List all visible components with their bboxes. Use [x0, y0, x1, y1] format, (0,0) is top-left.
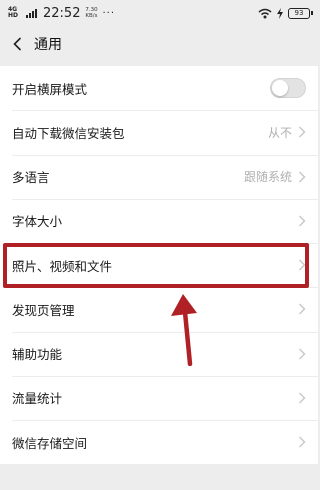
setting-label: 微信存储空间: [12, 435, 88, 451]
signal-icon: [26, 8, 37, 18]
chevron-right-icon: [299, 259, 306, 271]
status-time: 22:52: [43, 5, 81, 21]
chevron-right-icon: [299, 392, 306, 404]
setting-label: 辅助功能: [12, 347, 63, 363]
charging-icon: [277, 7, 283, 19]
setting-row-language[interactable]: 多语言 跟随系统: [0, 154, 318, 199]
setting-value: 从不: [267, 125, 292, 140]
chevron-right-icon: [299, 215, 306, 227]
setting-row-right: 跟随系统: [244, 168, 306, 185]
chevron-right-icon: [299, 303, 306, 315]
setting-row-landscape-mode[interactable]: 开启横屏模式: [0, 66, 318, 110]
setting-row-data-usage[interactable]: 流量统计: [0, 375, 318, 420]
network-speed: 7.30 KB/s: [84, 7, 98, 19]
setting-row-photos-videos-files[interactable]: 照片、视频和文件: [0, 243, 318, 287]
network-indicator: 4G HD: [8, 6, 19, 19]
setting-row-storage[interactable]: 微信存储空间: [0, 420, 318, 464]
setting-row-right: [298, 436, 306, 448]
setting-label: 流量统计: [12, 391, 63, 407]
setting-label: 发现页管理: [12, 302, 75, 318]
setting-label: 字体大小: [12, 214, 63, 230]
settings-list: 开启横屏模式 自动下载微信安装包 从不 多语言 跟随系统 字体大小 照片、视频和…: [0, 66, 318, 464]
nav-bar: 通用: [0, 26, 318, 62]
chevron-right-icon: [299, 436, 306, 448]
setting-row-right: 从不: [268, 124, 306, 141]
network-speed-unit: KB/s: [85, 13, 98, 19]
chevron-right-icon: [299, 171, 306, 183]
status-bar: 4G HD 22:52 7.30 KB/s ··· 93: [0, 0, 318, 26]
page-title: 通用: [34, 37, 62, 53]
back-button[interactable]: [8, 32, 26, 56]
battery-icon: 93: [288, 7, 313, 19]
chevron-right-icon: [299, 126, 306, 138]
setting-row-right: [270, 78, 306, 99]
wifi-icon: [258, 8, 272, 18]
setting-row-right: [298, 348, 306, 360]
chevron-right-icon: [299, 348, 306, 360]
setting-row-right: [298, 392, 306, 404]
setting-label: 照片、视频和文件: [12, 258, 113, 274]
status-left: 4G HD 22:52 7.30 KB/s ···: [8, 6, 115, 21]
setting-row-discover-management[interactable]: 发现页管理: [0, 287, 318, 331]
setting-row-auto-download[interactable]: 自动下载微信安装包 从不: [0, 110, 318, 154]
setting-row-right: [298, 215, 306, 227]
setting-row-right: [298, 303, 306, 315]
screen: 4G HD 22:52 7.30 KB/s ··· 93 通用 开启横屏模式 自…: [0, 0, 318, 490]
landscape-mode-toggle[interactable]: [270, 78, 306, 99]
setting-label: 自动下载微信安装包: [12, 125, 125, 141]
setting-value: 跟随系统: [243, 170, 292, 185]
more-notifications-icon: ···: [102, 7, 116, 19]
setting-row-font-size[interactable]: 字体大小: [0, 198, 318, 243]
toggle-knob: [272, 80, 288, 97]
setting-label: 多语言: [12, 170, 50, 186]
setting-row-right: [298, 259, 306, 271]
setting-label: 开启横屏模式: [12, 81, 88, 97]
status-right: 93: [258, 7, 313, 19]
chevron-left-icon: [12, 37, 21, 51]
setting-row-accessibility[interactable]: 辅助功能: [0, 331, 318, 376]
